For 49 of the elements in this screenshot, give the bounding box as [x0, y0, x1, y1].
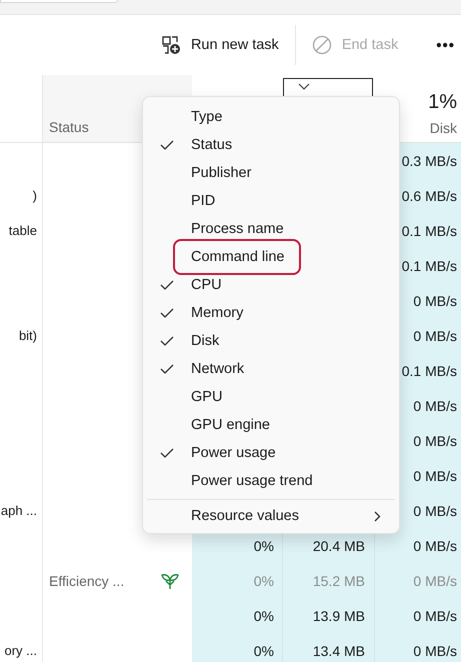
disk-value: 0 MB/s	[413, 642, 457, 658]
disk-value: 0 MB/s	[413, 398, 457, 414]
menu-item[interactable]: Power usage	[147, 439, 395, 467]
disk-value: 0 MB/s	[413, 608, 457, 624]
disk-value: 0.3 MB/s	[402, 152, 457, 168]
memory-value: 13.4 MB	[312, 642, 365, 658]
chevron-right-icon	[374, 510, 381, 522]
memory-value: 20.4 MB	[312, 538, 365, 554]
menu-item[interactable]: Disk	[147, 327, 395, 355]
menu-item[interactable]: Process name	[147, 215, 395, 243]
disk-usage-percent: 1%	[428, 91, 457, 114]
more-button[interactable]: •••	[428, 30, 457, 60]
disk-value: 0 MB/s	[413, 572, 457, 588]
process-name: )	[32, 188, 37, 203]
cpu-value: 0%	[254, 608, 274, 624]
menu-item[interactable]: GPU engine	[147, 411, 395, 439]
disk-value: 0 MB/s	[413, 502, 457, 518]
menu-item[interactable]: Publisher	[147, 159, 395, 187]
cpu-value: 0%	[254, 642, 274, 658]
disk-value: 0 MB/s	[413, 292, 457, 308]
cpu-value: 0%	[254, 572, 274, 588]
menu-item[interactable]: Power usage trend	[147, 467, 395, 495]
prohibited-icon	[312, 35, 332, 55]
menu-item[interactable]: Network	[147, 355, 395, 383]
menu-item[interactable]: GPU	[147, 383, 395, 411]
disk-value: 0.1 MB/s	[402, 258, 457, 274]
cpu-value: 0%	[254, 538, 274, 554]
process-name: ory ...	[4, 643, 37, 658]
disk-value: 0 MB/s	[413, 468, 457, 484]
disk-value: 0 MB/s	[413, 432, 457, 448]
menu-item[interactable]: Memory	[147, 299, 395, 327]
process-name: table	[8, 223, 37, 238]
status-text: Efficiency ...	[49, 572, 124, 588]
menu-item[interactable]: CPU	[147, 271, 395, 299]
disk-value: 0.6 MB/s	[402, 188, 457, 204]
chevron-down-icon	[298, 83, 310, 91]
disk-column-header[interactable]: Disk	[430, 120, 457, 136]
run-new-task-button[interactable]: Run new task	[152, 29, 287, 61]
new-task-icon	[160, 35, 181, 55]
process-name: bit)	[18, 328, 37, 343]
memory-value: 13.9 MB	[312, 608, 365, 624]
disk-value: 0.1 MB/s	[402, 222, 457, 238]
disk-value: 0 MB/s	[413, 538, 457, 554]
disk-value: 0.1 MB/s	[402, 362, 457, 378]
disk-value: 0 MB/s	[413, 328, 457, 344]
menu-item[interactable]: PID	[147, 187, 395, 215]
submenu-item[interactable]: Resource values	[147, 502, 395, 530]
process-name: aph ...	[0, 503, 37, 518]
memory-value: 15.2 MB	[312, 572, 365, 588]
